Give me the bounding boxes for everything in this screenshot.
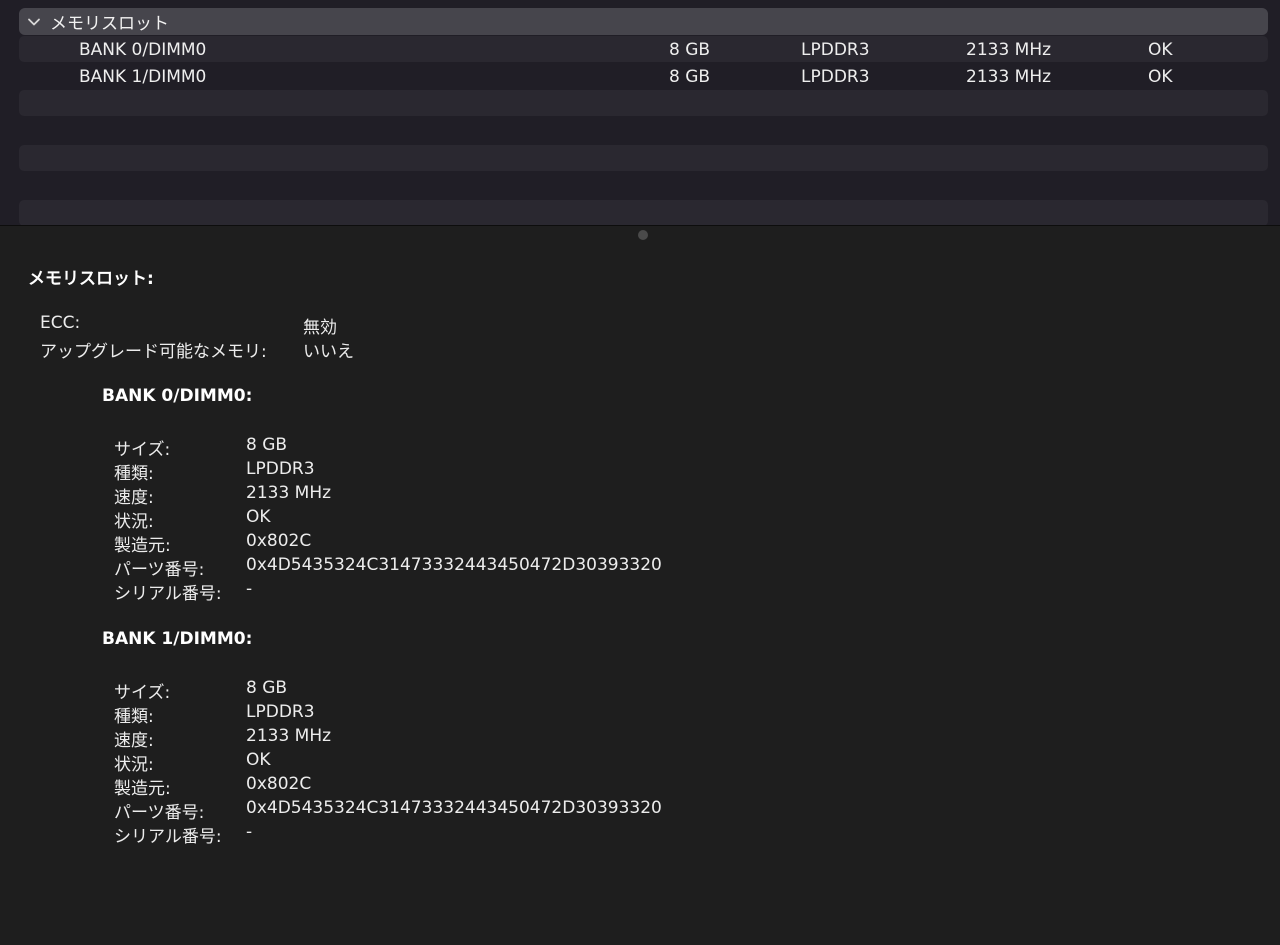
field-label: 種類: xyxy=(114,464,154,484)
field-label: 速度: xyxy=(114,488,154,508)
field-label: サイズ: xyxy=(114,683,171,703)
field-value: LPDDR3 xyxy=(246,459,315,479)
field-value: - xyxy=(246,579,253,599)
detail-title: メモリスロット: xyxy=(28,269,154,289)
memory-slot-list: メモリスロット BANK 0/DIMM0 8 GB LPDDR3 2133 MH… xyxy=(0,0,1280,225)
field-value: 0x4D5435324C31473332443450472D30393320 xyxy=(246,555,662,575)
field-value: 2133 MHz xyxy=(246,483,332,503)
field-value: 2133 MHz xyxy=(246,726,332,746)
empty-row xyxy=(19,90,1268,116)
row-speed: 2133 MHz xyxy=(966,40,1052,60)
field-value: OK xyxy=(246,750,271,770)
detail-pane: メモリスロット: ECC: 無効 アップグレード可能なメモリ: いいえ BANK… xyxy=(0,242,1280,945)
field-value: 0x802C xyxy=(246,774,312,794)
field-label: 状況: xyxy=(114,512,154,532)
empty-row xyxy=(19,172,1268,198)
group-label: メモリスロット xyxy=(50,14,169,34)
field-label: 製造元: xyxy=(114,536,171,556)
row-name: BANK 0/DIMM0 xyxy=(79,40,207,60)
row-size: 8 GB xyxy=(669,40,711,60)
list-row-bank0[interactable]: BANK 0/DIMM0 8 GB LPDDR3 2133 MHz OK xyxy=(19,36,1268,62)
memory-slot-group-header[interactable]: メモリスロット xyxy=(19,8,1268,35)
row-speed: 2133 MHz xyxy=(966,67,1052,87)
row-type: LPDDR3 xyxy=(801,40,870,60)
field-label: 製造元: xyxy=(114,779,171,799)
field-value: 無効 xyxy=(303,318,337,338)
chevron-down-icon[interactable] xyxy=(27,15,41,29)
field-label: ECC: xyxy=(40,313,81,333)
field-value: いいえ xyxy=(303,342,354,362)
empty-row xyxy=(19,145,1268,171)
row-status: OK xyxy=(1148,67,1173,87)
field-label: シリアル番号: xyxy=(114,584,222,604)
split-handle[interactable] xyxy=(638,230,648,240)
field-label: アップグレード可能なメモリ: xyxy=(40,342,267,362)
field-label: パーツ番号: xyxy=(114,560,205,580)
field-label: 種類: xyxy=(114,707,154,727)
field-label: 速度: xyxy=(114,731,154,751)
field-value: 0x802C xyxy=(246,531,312,551)
field-value: LPDDR3 xyxy=(246,702,315,722)
field-value: 8 GB xyxy=(246,435,288,455)
row-type: LPDDR3 xyxy=(801,67,870,87)
field-value: 8 GB xyxy=(246,678,288,698)
split-divider[interactable] xyxy=(0,225,1280,242)
list-row-bank1[interactable]: BANK 1/DIMM0 8 GB LPDDR3 2133 MHz OK xyxy=(19,63,1268,89)
field-value: - xyxy=(246,822,253,842)
field-value: 0x4D5435324C31473332443450472D30393320 xyxy=(246,798,662,818)
row-name: BANK 1/DIMM0 xyxy=(79,67,207,87)
empty-row xyxy=(19,117,1268,143)
row-status: OK xyxy=(1148,40,1173,60)
empty-row xyxy=(19,200,1268,225)
row-size: 8 GB xyxy=(669,67,711,87)
bank0-title: BANK 0/DIMM0: xyxy=(102,386,253,406)
field-label: サイズ: xyxy=(114,440,171,460)
bank1-title: BANK 1/DIMM0: xyxy=(102,629,253,649)
field-value: OK xyxy=(246,507,271,527)
field-label: 状況: xyxy=(114,755,154,775)
field-label: シリアル番号: xyxy=(114,827,222,847)
field-label: パーツ番号: xyxy=(114,803,205,823)
